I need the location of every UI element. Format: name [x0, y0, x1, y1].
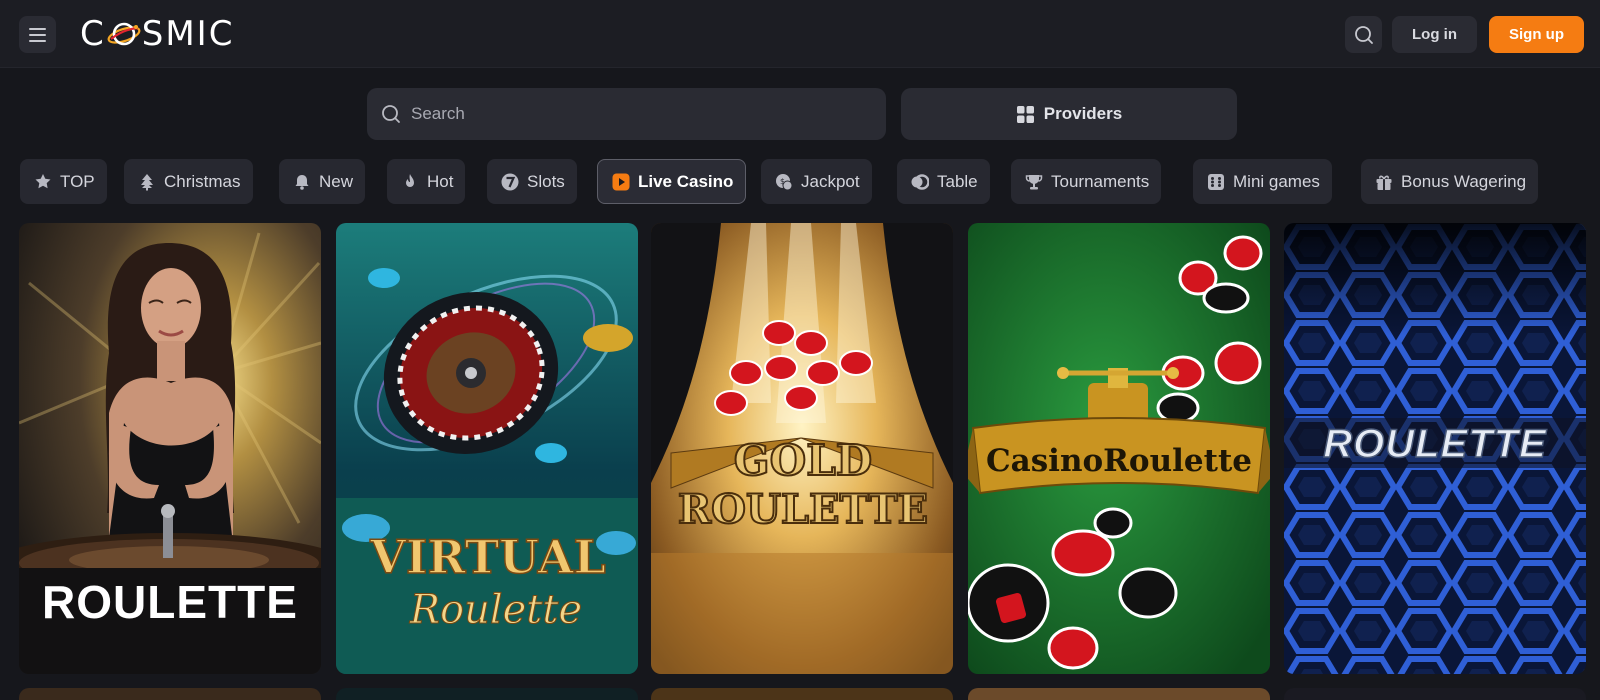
chip-icon — [911, 173, 929, 191]
game-thumbnail: VIRTUAL Roulette — [336, 223, 638, 674]
category-label: Live Casino — [638, 171, 734, 191]
header-search-button[interactable] — [1345, 16, 1382, 53]
category-label: Mini games — [1233, 171, 1320, 191]
category-label: Jackpot — [801, 171, 860, 191]
trophy-icon — [1025, 173, 1043, 191]
category-label: TOP — [60, 171, 95, 191]
game-thumbnail: CasinoRoulette — [968, 223, 1270, 674]
seven-icon — [501, 173, 519, 191]
game-title: ROULETTE — [42, 576, 298, 628]
game-title-line2: Roulette — [409, 587, 582, 633]
game-thumbnail: ROULETTE — [1284, 223, 1586, 674]
category-top[interactable]: TOP — [20, 159, 107, 204]
category-label: New — [319, 171, 354, 191]
cosmic-logo[interactable]: C SMIC — [80, 12, 234, 56]
category-label: Table — [937, 171, 978, 191]
game-thumbnail: GOLD ROULETTE — [651, 223, 953, 674]
coins-icon: $ — [775, 173, 793, 191]
game-title: ROULETTE — [1323, 422, 1547, 466]
game-card-casino-roulette[interactable]: CasinoRoulette — [968, 223, 1270, 674]
grid-icon — [1016, 105, 1034, 123]
game-title-line1: VIRTUAL — [369, 530, 606, 584]
game-search-box[interactable] — [367, 88, 886, 140]
search-icon — [382, 105, 400, 123]
game-card-gold-roulette[interactable]: GOLD ROULETTE — [651, 223, 953, 674]
game-card-roulette-live[interactable]: ROULETTE — [19, 223, 321, 674]
flame-icon — [401, 173, 419, 191]
category-christmas[interactable]: Christmas — [124, 159, 253, 204]
category-label: Bonus Wagering — [1401, 171, 1527, 191]
category-mini-games[interactable]: Mini games — [1193, 159, 1332, 204]
category-label: Slots — [527, 171, 565, 191]
category-label: Christmas — [164, 171, 241, 191]
game-card-virtual-roulette[interactable]: VIRTUAL Roulette — [336, 223, 638, 674]
game-title-line2: ROULETTE — [678, 486, 928, 533]
svg-text:$: $ — [780, 177, 785, 186]
game-card-roulette-blue[interactable]: ROULETTE — [1284, 223, 1586, 674]
providers-button[interactable]: Providers — [901, 88, 1237, 140]
category-bonus-wagering[interactable]: Bonus Wagering — [1361, 159, 1539, 204]
hamburger-icon[interactable] — [19, 16, 56, 53]
top-bar: C SMIC Log in Sign up — [0, 0, 1600, 68]
category-label: Tournaments — [1051, 171, 1150, 191]
category-live-casino[interactable]: Live Casino — [597, 159, 747, 204]
bell-icon — [293, 173, 311, 191]
game-card-next-row[interactable] — [968, 688, 1270, 700]
game-card-next-row[interactable] — [651, 688, 953, 700]
category-hot[interactable]: Hot — [387, 159, 466, 204]
dice-icon — [1207, 173, 1225, 191]
category-jackpot[interactable]: $ Jackpot — [761, 159, 872, 204]
planet-logo-icon — [107, 17, 141, 51]
login-button[interactable]: Log in — [1392, 16, 1477, 53]
tree-icon — [138, 173, 156, 191]
star-badge-icon — [34, 173, 52, 191]
game-thumbnail: ROULETTE — [19, 223, 321, 674]
search-input[interactable] — [411, 104, 851, 124]
category-label: Hot — [427, 171, 454, 191]
category-tournaments[interactable]: Tournaments — [1011, 159, 1162, 204]
game-card-next-row[interactable] — [336, 688, 638, 700]
search-icon — [1354, 25, 1373, 44]
category-slots[interactable]: Slots — [487, 159, 577, 204]
game-card-next-row[interactable] — [19, 688, 321, 700]
category-new[interactable]: New — [279, 159, 366, 204]
category-table[interactable]: Table — [897, 159, 990, 204]
play-icon — [612, 173, 630, 191]
game-card-next-row[interactable] — [1284, 688, 1586, 700]
providers-label: Providers — [1043, 104, 1123, 123]
signup-button[interactable]: Sign up — [1489, 16, 1584, 53]
gift-icon — [1375, 173, 1393, 191]
game-title-line1: GOLD — [734, 436, 872, 485]
game-title: CasinoRoulette — [986, 443, 1252, 479]
